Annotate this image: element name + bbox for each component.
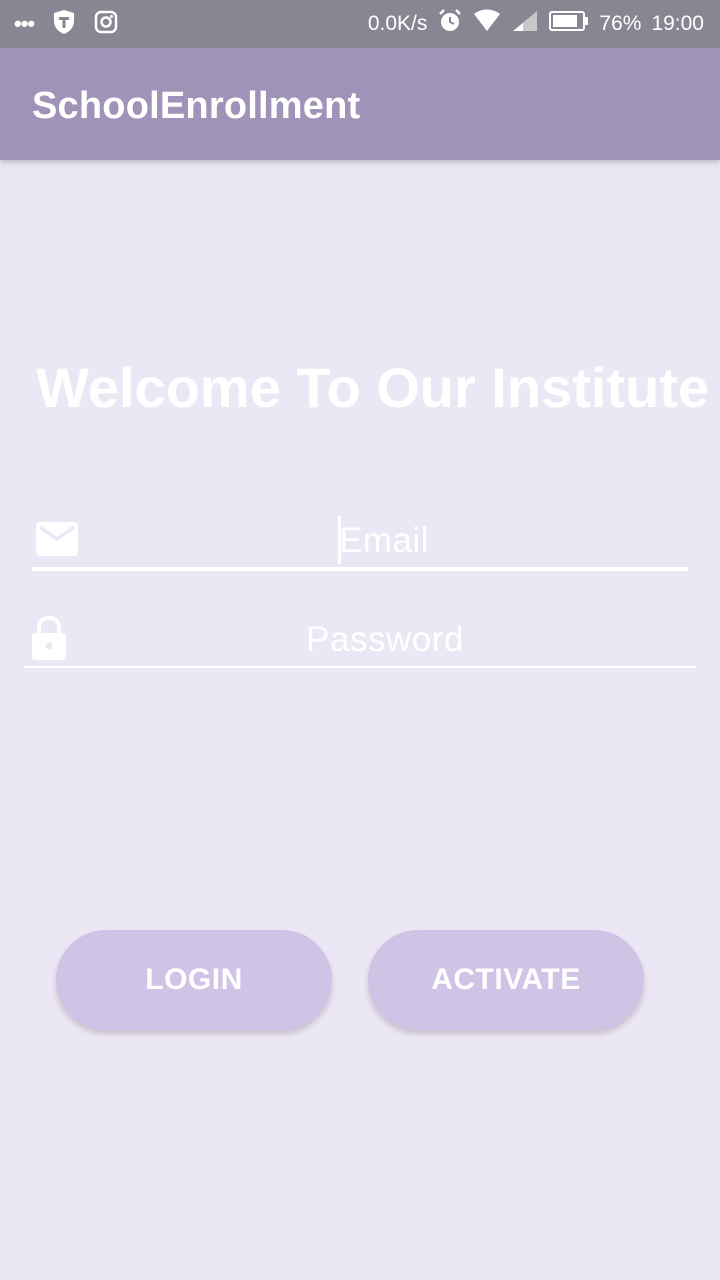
more-dots-icon: ••• — [14, 11, 35, 36]
email-field[interactable]: Email — [80, 519, 688, 563]
email-icon — [36, 522, 78, 561]
email-underline — [32, 567, 688, 571]
wifi-icon — [473, 9, 501, 39]
shield-icon — [52, 9, 76, 40]
lock-icon — [32, 615, 66, 665]
instagram-icon — [94, 10, 118, 39]
battery-percent: 76% — [599, 12, 642, 35]
password-underline — [24, 666, 696, 668]
battery-icon — [549, 10, 589, 38]
app-bar: SchoolEnrollment — [0, 48, 720, 160]
alarm-icon — [437, 8, 463, 40]
login-button[interactable]: LOGIN — [56, 930, 332, 1030]
app-title: SchoolEnrollment — [32, 85, 361, 127]
activate-button[interactable]: ACTIVATE — [368, 930, 644, 1030]
password-field[interactable]: Password — [80, 618, 690, 662]
status-bar: ••• 0.0K/s 76% 19:00 — [0, 0, 720, 48]
welcome-heading: Welcome To Our Institute — [36, 356, 710, 419]
clock-time: 19:00 — [651, 12, 704, 35]
signal-icon — [511, 9, 539, 39]
text-cursor — [338, 516, 341, 564]
network-speed: 0.0K/s — [367, 12, 428, 35]
